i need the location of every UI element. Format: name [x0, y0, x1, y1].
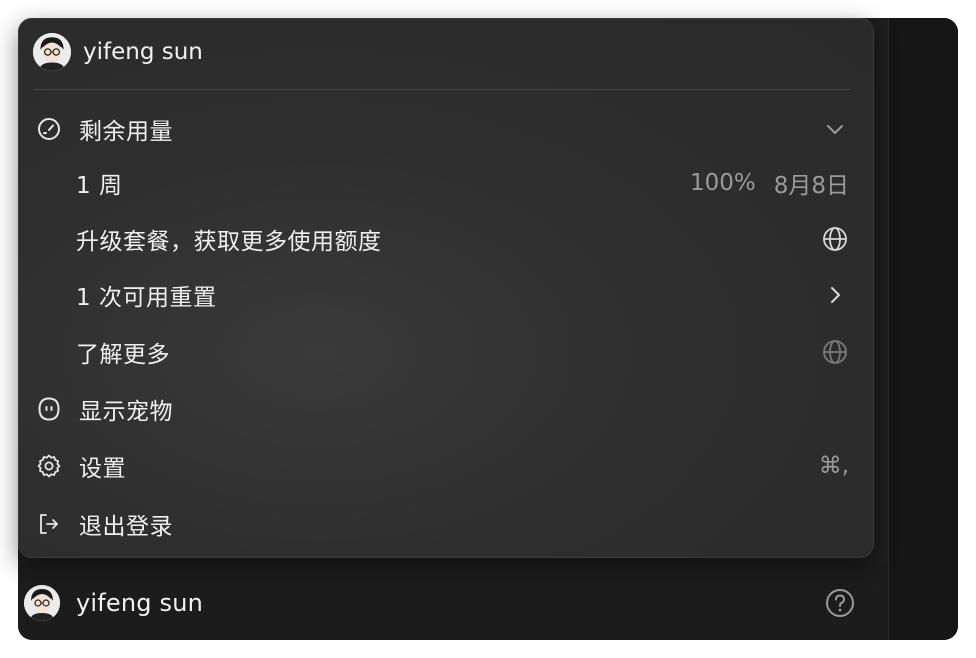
menu-item-logout[interactable]: 退出登录	[19, 500, 873, 548]
menu-item-label: 设置	[79, 456, 126, 482]
globe-icon	[821, 225, 849, 253]
help-icon[interactable]	[824, 587, 856, 619]
menu-item-resets[interactable]: 1 次可用重置	[19, 271, 873, 319]
gauge-icon	[36, 116, 62, 142]
account-bar: yifeng sun	[18, 563, 888, 640]
usage-percent: 100%	[689, 170, 756, 196]
gear-icon	[36, 453, 62, 479]
menu-item-label: 升级套餐，获取更多使用额度	[76, 229, 382, 255]
settings-shortcut: ⌘,	[818, 453, 849, 479]
usage-reset-date: 8月8日	[773, 173, 849, 199]
side-panel	[888, 18, 958, 640]
chevron-down-icon[interactable]	[821, 115, 849, 143]
menu-item-upgrade[interactable]: 升级套餐，获取更多使用额度	[19, 215, 873, 263]
menu-item-label: 显示宠物	[79, 399, 173, 425]
menu-item-show-pet[interactable]: 显示宠物	[19, 385, 873, 433]
menu-item-label: 了解更多	[76, 342, 170, 368]
menu-user-name: yifeng sun	[83, 39, 203, 65]
account-name: yifeng sun	[76, 589, 204, 617]
pet-icon	[36, 396, 62, 422]
usage-week-row: 1 周 100% 8月8日	[19, 159, 873, 207]
usage-period-label: 1 周	[76, 173, 123, 199]
account-button[interactable]: yifeng sun	[24, 585, 203, 621]
menu-item-label: 剩余用量	[79, 119, 173, 145]
logout-icon	[36, 511, 62, 537]
menu-divider	[33, 89, 851, 90]
account-menu: yifeng sun 剩余用量 1 周 100% 8月8日 升级套餐，获取更多使…	[18, 18, 874, 558]
menu-item-label: 1 次可用重置	[76, 285, 217, 311]
avatar	[24, 585, 60, 621]
menu-item-usage[interactable]: 剩余用量	[19, 105, 873, 153]
chevron-right-icon	[821, 281, 849, 309]
menu-item-settings[interactable]: 设置 ⌘,	[19, 442, 873, 490]
globe-icon	[821, 338, 849, 366]
menu-user-header: yifeng sun	[33, 33, 203, 71]
menu-item-label: 退出登录	[79, 514, 173, 540]
avatar	[33, 33, 71, 71]
menu-item-learn-more[interactable]: 了解更多	[19, 328, 873, 376]
usage-values: 100% 8月8日	[689, 169, 849, 199]
